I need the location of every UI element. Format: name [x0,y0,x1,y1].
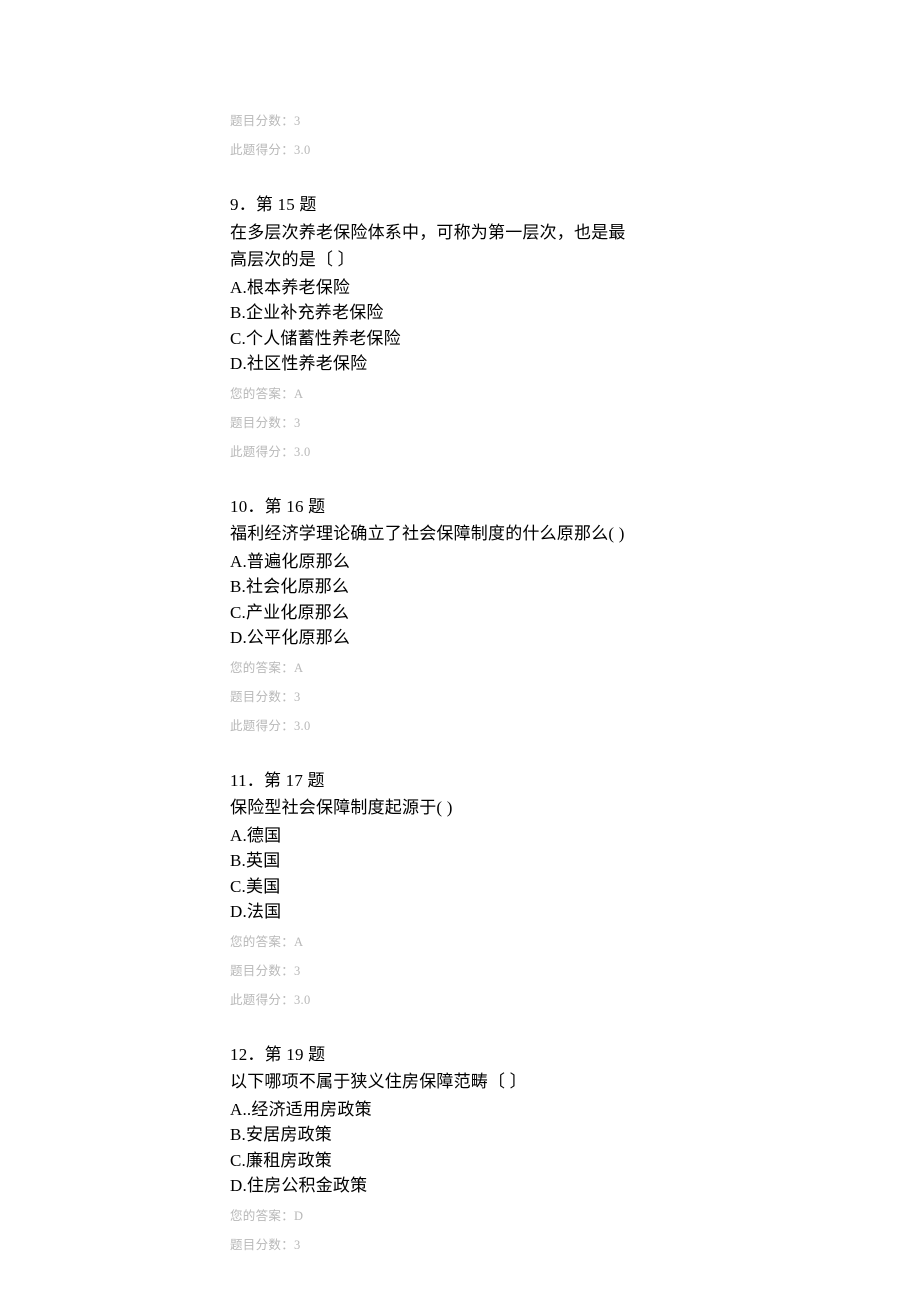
question-option: D.住房公积金政策 [230,1173,690,1199]
question-option: A.普遍化原那么 [230,549,690,575]
question-option: A.德国 [230,823,690,849]
question-text-line: 高层次的是〔 〕 [230,247,690,273]
question-text-line: 福利经济学理论确立了社会保障制度的什么原那么( ) [230,521,690,547]
question-score: 此题得分：3.0 [230,989,690,1008]
question-option: B.社会化原那么 [230,574,690,600]
question-option: C.个人储蓄性养老保险 [230,326,690,352]
question-option: D.法国 [230,899,690,925]
question-option: A.根本养老保险 [230,275,690,301]
question-block: 12．第 19 题 以下哪项不属于狭义住房保障范畴〔 〕 A..经济适用房政策 … [230,1042,690,1253]
question-text-line: 保险型社会保障制度起源于( ) [230,795,690,821]
question-points: 题目分数：3 [230,110,690,129]
question-points: 题目分数：3 [230,412,690,431]
question-option: B.安居房政策 [230,1122,690,1148]
question-block: 11．第 17 题 保险型社会保障制度起源于( ) A.德国 B.英国 C.美国… [230,768,690,1008]
question-option: D.公平化原那么 [230,625,690,651]
question-option: C.产业化原那么 [230,600,690,626]
question-header: 9．第 15 题 [230,192,690,218]
question-points: 题目分数：3 [230,686,690,705]
question-header: 10．第 16 题 [230,494,690,520]
your-answer: 您的答案：A [230,931,690,950]
your-answer: 您的答案：A [230,383,690,402]
question-option: C.美国 [230,874,690,900]
question-text-line: 在多层次养老保险体系中，可称为第一层次，也是最 [230,220,690,246]
your-answer: 您的答案：A [230,657,690,676]
question-text-line: 以下哪项不属于狭义住房保障范畴〔 〕 [230,1069,690,1095]
question-score: 此题得分：3.0 [230,715,690,734]
question-option: C.廉租房政策 [230,1148,690,1174]
question-option: B.企业补充养老保险 [230,300,690,326]
question-option: D.社区性养老保险 [230,351,690,377]
question-block: 9．第 15 题 在多层次养老保险体系中，可称为第一层次，也是最 高层次的是〔 … [230,192,690,460]
question-score: 此题得分：3.0 [230,441,690,460]
question-points: 题目分数：3 [230,1234,690,1253]
question-block: 10．第 16 题 福利经济学理论确立了社会保障制度的什么原那么( ) A.普遍… [230,494,690,734]
your-answer: 您的答案：D [230,1205,690,1224]
question-header: 11．第 17 题 [230,768,690,794]
question-header: 12．第 19 题 [230,1042,690,1068]
question-option: A..经济适用房政策 [230,1097,690,1123]
question-option: B.英国 [230,848,690,874]
question-score: 此题得分：3.0 [230,139,690,158]
question-points: 题目分数：3 [230,960,690,979]
